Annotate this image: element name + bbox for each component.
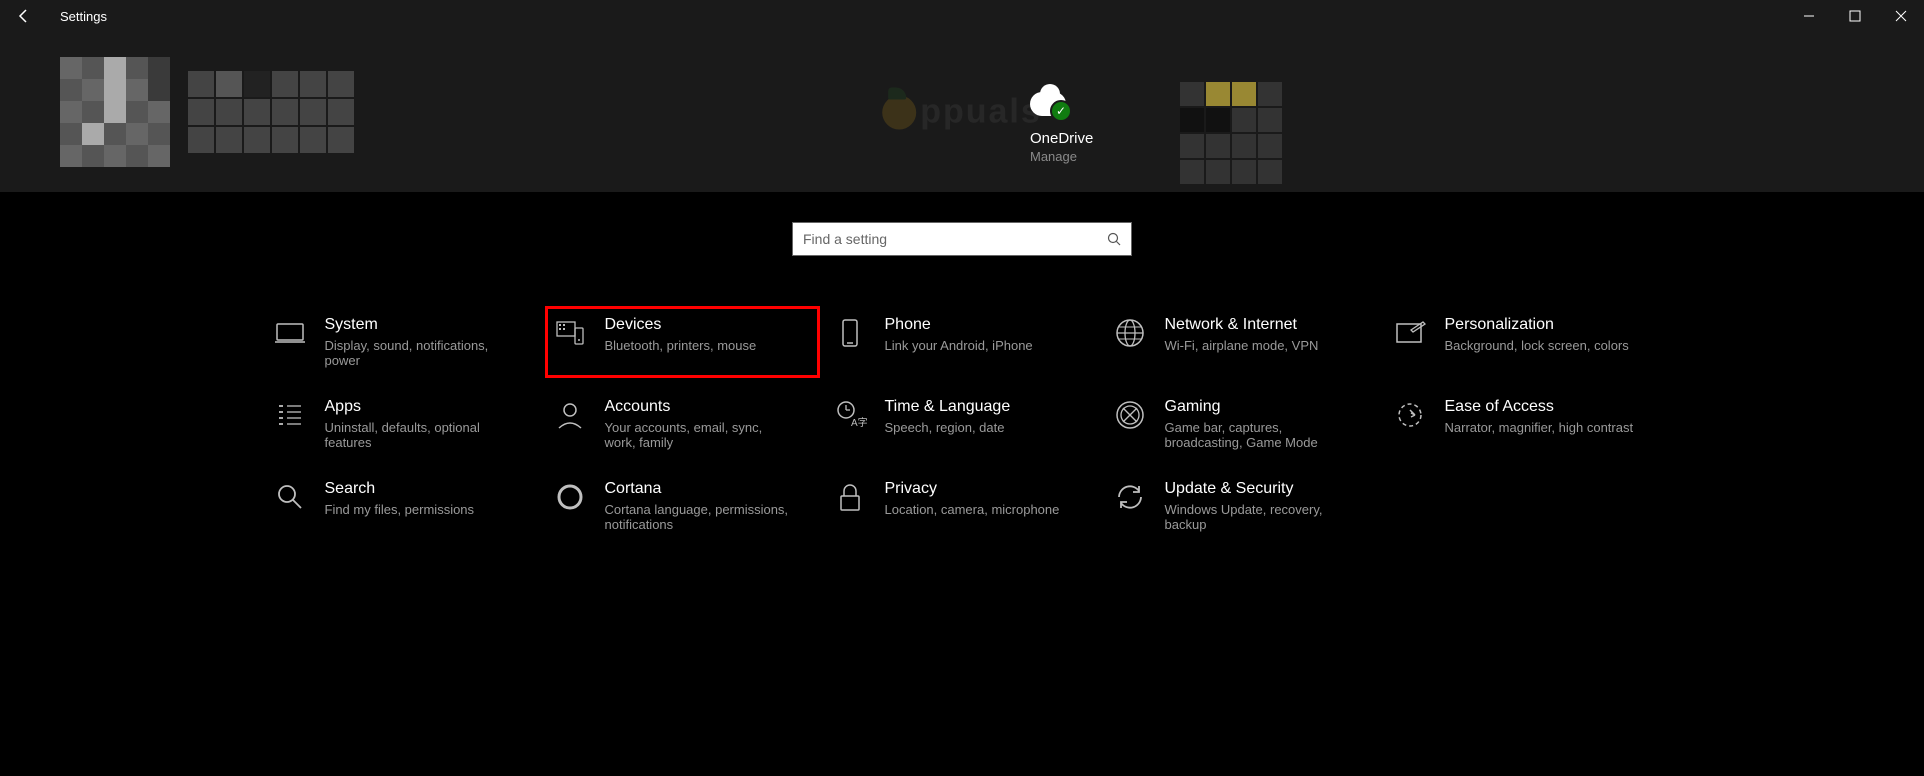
setting-subtitle: Link your Android, iPhone	[885, 338, 1075, 353]
setting-text: Gaming Game bar, captures, broadcasting, …	[1165, 398, 1372, 450]
setting-item-apps[interactable]: Apps Uninstall, defaults, optional featur…	[265, 388, 540, 460]
user-block[interactable]	[60, 57, 354, 167]
setting-item-ease[interactable]: Ease of Access Narrator, magnifier, high …	[1385, 388, 1660, 460]
setting-text: Personalization Background, lock screen, …	[1445, 316, 1652, 353]
setting-title: Phone	[885, 316, 1092, 334]
setting-title: Privacy	[885, 480, 1092, 498]
time-icon	[833, 398, 867, 432]
avatar	[60, 57, 170, 167]
search-box[interactable]	[792, 222, 1132, 256]
setting-text: Apps Uninstall, defaults, optional featur…	[325, 398, 532, 450]
devices-icon	[553, 316, 587, 350]
setting-item-cortana[interactable]: Cortana Cortana language, permissions, no…	[545, 470, 820, 542]
update-icon	[1113, 480, 1147, 514]
setting-subtitle: Bluetooth, printers, mouse	[605, 338, 795, 353]
setting-text: Search Find my files, permissions	[325, 480, 532, 517]
search-icon	[1107, 232, 1121, 246]
setting-subtitle: Display, sound, notifications, power	[325, 338, 515, 368]
setting-item-phone[interactable]: Phone Link your Android, iPhone	[825, 306, 1100, 378]
setting-subtitle: Narrator, magnifier, high contrast	[1445, 420, 1635, 435]
setting-text: System Display, sound, notifications, pow…	[325, 316, 532, 368]
setting-text: Update & Security Windows Update, recover…	[1165, 480, 1372, 532]
header-band: ppuals OneDrive Manage	[0, 32, 1924, 192]
setting-subtitle: Wi-Fi, airplane mode, VPN	[1165, 338, 1355, 353]
setting-title: Gaming	[1165, 398, 1372, 416]
maximize-button[interactable]	[1832, 0, 1878, 32]
setting-title: Ease of Access	[1445, 398, 1652, 416]
onedrive-subtitle: Manage	[1030, 149, 1093, 164]
setting-item-privacy[interactable]: Privacy Location, camera, microphone	[825, 470, 1100, 542]
privacy-icon	[833, 480, 867, 514]
back-button[interactable]	[8, 0, 40, 32]
setting-text: Phone Link your Android, iPhone	[885, 316, 1092, 353]
watermark: ppuals	[882, 93, 1042, 132]
setting-title: Devices	[605, 316, 812, 334]
system-icon	[273, 316, 307, 350]
phone-icon	[833, 316, 867, 350]
setting-subtitle: Game bar, captures, broadcasting, Game M…	[1165, 420, 1355, 450]
network-icon	[1113, 316, 1147, 350]
setting-title: Personalization	[1445, 316, 1652, 334]
setting-item-system[interactable]: System Display, sound, notifications, pow…	[265, 306, 540, 378]
onedrive-title: OneDrive	[1030, 130, 1093, 147]
titlebar: Settings	[0, 0, 1924, 32]
search-input[interactable]	[803, 231, 1107, 247]
search-row	[0, 222, 1924, 256]
settings-grid: System Display, sound, notifications, pow…	[265, 306, 1660, 542]
setting-subtitle: Your accounts, email, sync, work, family	[605, 420, 795, 450]
setting-text: Network & Internet Wi-Fi, airplane mode, …	[1165, 316, 1372, 353]
setting-title: Network & Internet	[1165, 316, 1372, 334]
setting-item-update[interactable]: Update & Security Windows Update, recover…	[1105, 470, 1380, 542]
setting-item-accounts[interactable]: Accounts Your accounts, email, sync, work…	[545, 388, 820, 460]
user-name-redacted	[188, 71, 354, 153]
window-controls	[1786, 0, 1924, 32]
setting-title: Search	[325, 480, 532, 498]
setting-title: System	[325, 316, 532, 334]
setting-item-personalization[interactable]: Personalization Background, lock screen, …	[1385, 306, 1660, 378]
setting-title: Cortana	[605, 480, 812, 498]
setting-item-devices[interactable]: Devices Bluetooth, printers, mouse	[545, 306, 820, 378]
setting-text: Devices Bluetooth, printers, mouse	[605, 316, 812, 353]
search-icon	[273, 480, 307, 514]
setting-subtitle: Background, lock screen, colors	[1445, 338, 1635, 353]
setting-subtitle: Find my files, permissions	[325, 502, 515, 517]
setting-subtitle: Windows Update, recovery, backup	[1165, 502, 1355, 532]
setting-subtitle: Location, camera, microphone	[885, 502, 1075, 517]
setting-subtitle: Uninstall, defaults, optional features	[325, 420, 515, 450]
apps-icon	[273, 398, 307, 432]
setting-subtitle: Cortana language, permissions, notificat…	[605, 502, 795, 532]
setting-text: Accounts Your accounts, email, sync, work…	[605, 398, 812, 450]
window-title: Settings	[60, 9, 107, 24]
watermark-mascot-icon	[882, 95, 916, 129]
accounts-icon	[553, 398, 587, 432]
setting-item-time[interactable]: Time & Language Speech, region, date	[825, 388, 1100, 460]
setting-title: Time & Language	[885, 398, 1092, 416]
header-tile-redacted	[1180, 82, 1282, 184]
setting-item-search[interactable]: Search Find my files, permissions	[265, 470, 540, 542]
cortana-icon	[553, 480, 587, 514]
setting-subtitle: Speech, region, date	[885, 420, 1075, 435]
close-button[interactable]	[1878, 0, 1924, 32]
onedrive-icon	[1030, 92, 1066, 116]
setting-text: Ease of Access Narrator, magnifier, high …	[1445, 398, 1652, 435]
setting-text: Cortana Cortana language, permissions, no…	[605, 480, 812, 532]
ease-icon	[1393, 398, 1427, 432]
watermark-text: ppuals	[920, 93, 1042, 132]
setting-text: Privacy Location, camera, microphone	[885, 480, 1092, 517]
setting-item-gaming[interactable]: Gaming Game bar, captures, broadcasting, …	[1105, 388, 1380, 460]
setting-title: Accounts	[605, 398, 812, 416]
minimize-button[interactable]	[1786, 0, 1832, 32]
setting-text: Time & Language Speech, region, date	[885, 398, 1092, 435]
personalization-icon	[1393, 316, 1427, 350]
gaming-icon	[1113, 398, 1147, 432]
setting-item-network[interactable]: Network & Internet Wi-Fi, airplane mode, …	[1105, 306, 1380, 378]
onedrive-tile[interactable]: OneDrive Manage	[1030, 92, 1093, 164]
setting-title: Apps	[325, 398, 532, 416]
setting-title: Update & Security	[1165, 480, 1372, 498]
